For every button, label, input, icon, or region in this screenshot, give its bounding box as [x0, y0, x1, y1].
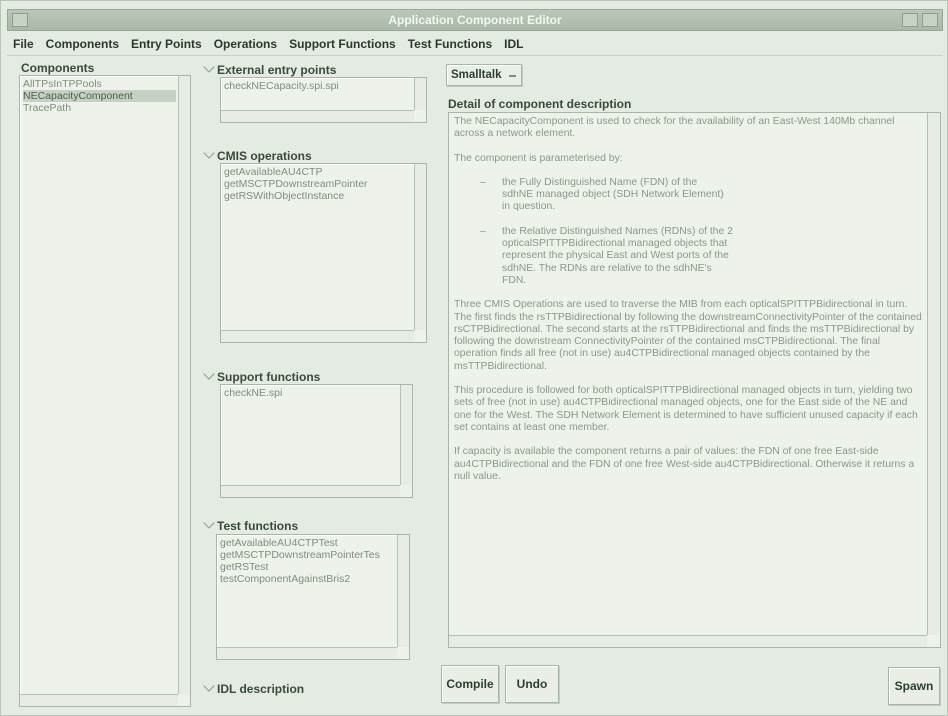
- list-item[interactable]: TracePath: [23, 102, 176, 114]
- description-text-area[interactable]: The NECapacityComponent is used to check…: [448, 112, 941, 648]
- maximize-icon[interactable]: [922, 13, 938, 27]
- application-window: Application Component Editor File Compone…: [0, 0, 948, 716]
- menu-entry-points[interactable]: Entry Points: [125, 34, 208, 51]
- entry-points-list[interactable]: checkNECapacity.spi.spi: [220, 77, 427, 123]
- list-item[interactable]: getMSCTPDownstreamPointerTes: [220, 549, 395, 561]
- entry-points-header[interactable]: External entry points: [203, 61, 336, 77]
- dash-icon: –: [480, 225, 486, 237]
- list-item[interactable]: getRSWithObjectInstance: [224, 190, 412, 202]
- chevron-down-icon: [203, 517, 215, 529]
- list-item-selected[interactable]: NECapacityComponent: [23, 90, 176, 102]
- list-item[interactable]: getMSCTPDownstreamPointer: [224, 178, 412, 190]
- cmis-operations-header[interactable]: CMIS operations: [203, 147, 312, 163]
- vertical-scrollbar[interactable]: [414, 78, 426, 110]
- description-label: Detail of component description: [448, 97, 632, 111]
- list-item[interactable]: getRSTest: [220, 561, 395, 573]
- menu-bar: File Components Entry Points Operations Supp…: [7, 34, 943, 56]
- list-item[interactable]: checkNE.spi: [224, 387, 398, 399]
- description-intro: The NECapacityComponent is used to check…: [454, 116, 895, 140]
- horizontal-scrollbar[interactable]: [449, 635, 927, 647]
- list-item[interactable]: AllTPsInTPPools: [23, 78, 176, 90]
- chevron-down-icon: [203, 680, 215, 692]
- description-result: If capacity is available the component r…: [454, 446, 915, 482]
- support-functions-list[interactable]: checkNE.spi: [220, 384, 413, 498]
- menu-support-functions[interactable]: Support Functions: [283, 34, 402, 51]
- cmis-operations-list[interactable]: getAvailableAU4CTP getMSCTPDownstreamPoi…: [220, 163, 427, 343]
- spawn-button[interactable]: Spawn: [888, 667, 940, 705]
- components-label: Components: [21, 61, 95, 75]
- vertical-scrollbar[interactable]: [178, 76, 190, 694]
- list-item[interactable]: testComponentAgainstBris2: [220, 573, 395, 585]
- description-bullet-1: the Fully Distinguished Name (FDN) of th…: [502, 176, 724, 213]
- menu-idl[interactable]: IDL: [498, 34, 529, 51]
- test-functions-header[interactable]: Test functions: [203, 517, 298, 533]
- horizontal-scrollbar[interactable]: [20, 694, 178, 706]
- description-bullet-2: the Relative Distinguished Names (RDNs) …: [502, 225, 733, 286]
- minimize-icon[interactable]: [902, 13, 918, 27]
- list-item[interactable]: checkNECapacity.spi.spi: [224, 80, 412, 92]
- vertical-scrollbar[interactable]: [397, 535, 409, 647]
- chevron-down-icon: [203, 147, 215, 159]
- vertical-scrollbar[interactable]: [400, 385, 412, 485]
- list-item[interactable]: getAvailableAU4CTPTest: [220, 537, 395, 549]
- dropdown-indicator-icon: [509, 75, 516, 77]
- undo-button[interactable]: Undo: [505, 665, 559, 703]
- chevron-down-icon: [203, 368, 215, 380]
- components-list[interactable]: AllTPsInTPPools NECapacityComponent Trac…: [19, 75, 191, 707]
- dash-icon: –: [480, 176, 486, 188]
- compile-button[interactable]: Compile: [441, 665, 499, 703]
- support-functions-header[interactable]: Support functions: [203, 368, 320, 384]
- menu-file[interactable]: File: [7, 34, 40, 51]
- language-menu-button[interactable]: Smalltalk: [446, 64, 522, 86]
- vertical-scrollbar[interactable]: [927, 113, 940, 635]
- menu-test-functions[interactable]: Test Functions: [402, 34, 498, 51]
- window-title: Application Component Editor: [388, 13, 562, 27]
- description-operations: Three CMIS Operations are used to traver…: [454, 299, 922, 372]
- test-functions-list[interactable]: getAvailableAU4CTPTest getMSCTPDownstrea…: [216, 534, 410, 660]
- description-procedure: This procedure is followed for both opti…: [454, 385, 918, 433]
- menu-operations[interactable]: Operations: [208, 34, 283, 51]
- idl-description-header[interactable]: IDL description: [203, 680, 304, 696]
- vertical-scrollbar[interactable]: [414, 164, 426, 330]
- title-bar[interactable]: Application Component Editor: [7, 9, 943, 31]
- menu-components[interactable]: Components: [40, 34, 125, 51]
- list-item[interactable]: getAvailableAU4CTP: [224, 166, 412, 178]
- horizontal-scrollbar[interactable]: [221, 485, 400, 497]
- description-param-intro: The component is parameterised by:: [454, 152, 623, 164]
- horizontal-scrollbar[interactable]: [221, 110, 414, 122]
- chevron-down-icon: [203, 61, 215, 73]
- horizontal-scrollbar[interactable]: [217, 647, 397, 659]
- horizontal-scrollbar[interactable]: [221, 330, 414, 342]
